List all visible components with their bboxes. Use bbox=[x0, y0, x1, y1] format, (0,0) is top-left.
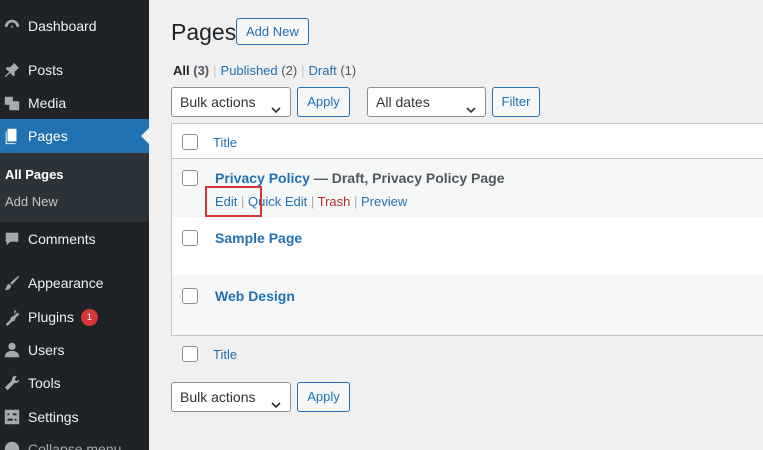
status-filter-links: All (3) | Published (2) | Draft (1) bbox=[173, 63, 357, 78]
date-filter-select[interactable]: All dates bbox=[367, 87, 486, 117]
add-new-page-button[interactable]: Add New bbox=[236, 18, 309, 45]
page-title-link[interactable]: Sample Page bbox=[215, 230, 302, 246]
pages-table: Title Privacy Policy — Draft, Privacy Po… bbox=[171, 123, 763, 362]
pages-icon bbox=[3, 127, 21, 145]
admin-sidebar: Dashboard Posts Media Pages All Pages Ad… bbox=[0, 0, 149, 450]
dashboard-icon bbox=[3, 17, 21, 35]
filter-draft-link[interactable]: Draft (1) bbox=[309, 63, 357, 78]
menu-label: Users bbox=[28, 342, 65, 358]
menu-label: Settings bbox=[28, 409, 79, 425]
menu-item-users[interactable]: Users bbox=[0, 333, 149, 367]
settings-icon bbox=[3, 408, 21, 426]
select-all-checkbox[interactable] bbox=[182, 134, 198, 150]
post-state: — Draft, Privacy Policy Page bbox=[313, 170, 505, 186]
bulk-actions-select-bottom[interactable]: Bulk actions bbox=[171, 382, 291, 412]
trash-link[interactable]: Trash bbox=[318, 194, 351, 209]
menu-label: Dashboard bbox=[28, 18, 97, 34]
edit-link-highlight bbox=[205, 186, 262, 217]
bulk-actions-select[interactable]: Bulk actions bbox=[171, 87, 291, 117]
menu-item-media[interactable]: Media bbox=[0, 86, 149, 120]
collapse-menu-button[interactable]: Collapse menu bbox=[0, 432, 149, 450]
menu-item-tools[interactable]: Tools bbox=[0, 366, 149, 400]
plugin-update-badge: 1 bbox=[80, 308, 98, 326]
paintbrush-icon bbox=[3, 274, 21, 292]
menu-label: Plugins bbox=[28, 309, 74, 325]
menu-item-appearance[interactable]: Appearance bbox=[0, 266, 149, 300]
apply-button-bottom[interactable]: Apply bbox=[297, 382, 350, 412]
row-checkbox[interactable] bbox=[182, 288, 198, 304]
page-title: Pages bbox=[171, 19, 237, 45]
menu-item-comments[interactable]: Comments bbox=[0, 222, 149, 256]
menu-label: Media bbox=[28, 95, 67, 111]
wrench-icon bbox=[3, 374, 21, 392]
chevron-down-icon bbox=[270, 97, 282, 114]
apply-button[interactable]: Apply bbox=[297, 87, 350, 117]
plugin-icon bbox=[3, 308, 21, 326]
select-all-checkbox[interactable] bbox=[182, 346, 198, 362]
comment-icon bbox=[3, 230, 21, 248]
menu-label: Tools bbox=[28, 375, 61, 391]
pages-submenu: All Pages Add New bbox=[0, 153, 149, 222]
chevron-down-icon bbox=[270, 392, 282, 409]
page-title-link[interactable]: Web Design bbox=[215, 288, 295, 304]
filter-all-link[interactable]: All (3) bbox=[173, 63, 209, 78]
user-icon bbox=[3, 341, 21, 359]
row-checkbox[interactable] bbox=[182, 170, 198, 186]
menu-item-settings[interactable]: Settings bbox=[0, 400, 149, 434]
menu-label: Comments bbox=[28, 231, 96, 247]
submenu-all-pages[interactable]: All Pages bbox=[5, 167, 64, 182]
menu-item-posts[interactable]: Posts bbox=[0, 53, 149, 87]
table-row: Web Design bbox=[172, 275, 763, 335]
menu-item-dashboard[interactable]: Dashboard bbox=[0, 9, 149, 43]
menu-label: Pages bbox=[28, 128, 68, 144]
title-column-footer[interactable]: Title bbox=[213, 347, 237, 362]
filter-button[interactable]: Filter bbox=[492, 87, 540, 117]
preview-link[interactable]: Preview bbox=[361, 194, 407, 209]
page-title-link[interactable]: Privacy Policy bbox=[215, 170, 310, 186]
menu-label: Posts bbox=[28, 62, 64, 78]
menu-item-plugins[interactable]: Plugins 1 bbox=[0, 300, 149, 334]
menu-label: Collapse menu bbox=[28, 441, 122, 450]
title-column-header[interactable]: Title bbox=[213, 135, 237, 150]
submenu-add-new[interactable]: Add New bbox=[5, 194, 58, 209]
pushpin-icon bbox=[3, 61, 21, 79]
chevron-down-icon bbox=[465, 97, 477, 114]
collapse-icon bbox=[3, 440, 21, 450]
main-content: Pages Add New All (3) | Published (2) | Draf… bbox=[149, 0, 763, 450]
menu-label: Appearance bbox=[28, 275, 104, 291]
row-checkbox[interactable] bbox=[182, 230, 198, 246]
table-footer: Title bbox=[172, 335, 763, 370]
filter-published-link[interactable]: Published (2) bbox=[221, 63, 298, 78]
media-icon bbox=[3, 94, 21, 112]
menu-item-pages[interactable]: Pages bbox=[0, 119, 149, 153]
table-row: Privacy Policy — Draft, Privacy Policy P… bbox=[172, 159, 763, 217]
table-row: Sample Page bbox=[172, 217, 763, 275]
table-header: Title bbox=[172, 124, 763, 159]
